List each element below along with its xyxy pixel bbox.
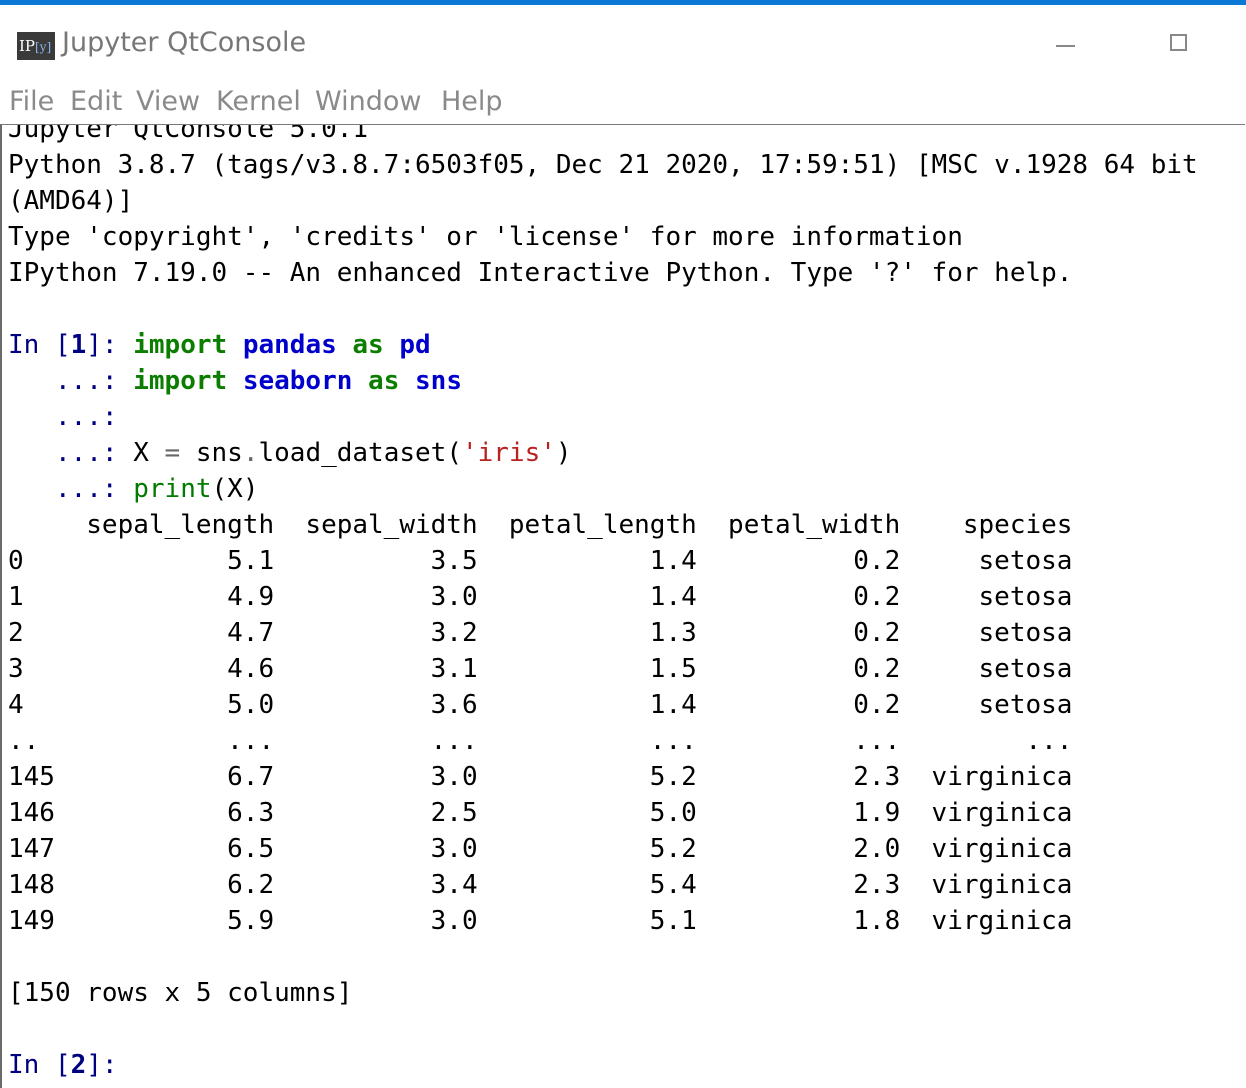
table-row: 2 4.7 3.2 1.3 0.2 setosa: [8, 618, 1073, 648]
menu-view[interactable]: View: [136, 86, 200, 117]
menu-window[interactable]: Window: [315, 86, 421, 117]
code-keyword: import: [133, 330, 228, 360]
banner-license-info: Type 'copyright', 'credits' or 'license'…: [8, 222, 963, 252]
menu-kernel[interactable]: Kernel: [216, 86, 301, 117]
code-alias: pd: [399, 330, 431, 360]
code-keyword: as: [368, 366, 400, 396]
code-variable: X: [133, 438, 165, 468]
table-row-ellipsis: .. ... ... ... ... ...: [8, 726, 1073, 756]
maximize-icon[interactable]: [1150, 22, 1210, 68]
table-header: sepal_length sepal_width petal_length pe…: [8, 510, 1073, 540]
table-row: 149 5.9 3.0 5.1 1.8 virginica: [8, 906, 1073, 936]
continuation-prompt: ...:: [8, 474, 134, 504]
code-object: sns: [180, 438, 243, 468]
table-row: 3 4.6 3.1 1.5 0.2 setosa: [8, 654, 1073, 684]
code-module: seaborn: [242, 366, 353, 396]
input-prompt-1: In [1]:: [8, 330, 134, 360]
banner-ipython-info: IPython 7.19.0 -- An enhanced Interactiv…: [8, 258, 1073, 288]
minimize-icon[interactable]: [1036, 22, 1096, 68]
title-bar[interactable]: IP[y] Jupyter QtConsole: [0, 5, 1246, 80]
menu-help[interactable]: Help: [441, 86, 503, 117]
table-row: 0 5.1 3.5 1.4 0.2 setosa: [8, 546, 1073, 576]
console-text: Jupyter QtConsole 5.0.1 Python 3.8.7 (ta…: [8, 124, 1198, 1083]
ipython-app-icon: IP[y]: [17, 32, 55, 60]
code-args: (X): [211, 474, 259, 504]
table-row: 4 5.0 3.6 1.4 0.2 setosa: [8, 690, 1073, 720]
menu-edit[interactable]: Edit: [70, 86, 122, 117]
table-row: 147 6.5 3.0 5.2 2.0 virginica: [8, 834, 1073, 864]
table-summary: [150 rows x 5 columns]: [8, 978, 353, 1008]
continuation-prompt: ...:: [8, 402, 118, 432]
table-row: 1 4.9 3.0 1.4 0.2 setosa: [8, 582, 1073, 612]
table-row: 146 6.3 2.5 5.0 1.9 virginica: [8, 798, 1073, 828]
continuation-prompt: ...:: [8, 366, 134, 396]
continuation-prompt: ...:: [8, 438, 134, 468]
table-row: 148 6.2 3.4 5.4 2.3 virginica: [8, 870, 1073, 900]
code-alias: sns: [415, 366, 462, 396]
menu-bar: File Edit View Kernel Window Help: [0, 80, 1246, 124]
code-string: 'iris': [461, 438, 556, 468]
window-title: Jupyter QtConsole: [62, 27, 307, 58]
code-call: load_dataset(: [258, 438, 462, 468]
banner-python-version: Python 3.8.7 (tags/v3.8.7:6503f05, Dec 2…: [8, 150, 1198, 180]
banner-version: Jupyter QtConsole 5.0.1: [8, 124, 369, 144]
code-operator: =: [164, 438, 181, 468]
code-operator: .: [242, 438, 259, 468]
table-row: 145 6.7 3.0 5.2 2.3 virginica: [8, 762, 1073, 792]
console-output-area[interactable]: Jupyter QtConsole 5.0.1 Python 3.8.7 (ta…: [0, 124, 1245, 1088]
banner-python-arch: (AMD64)]: [8, 186, 134, 216]
code-keyword: as: [352, 330, 384, 360]
menu-file[interactable]: File: [9, 86, 54, 117]
code-keyword: import: [133, 366, 228, 396]
input-prompt-2[interactable]: In [2]:: [8, 1050, 118, 1080]
code-module: pandas: [242, 330, 337, 360]
code-call-close: ): [555, 438, 572, 468]
code-builtin: print: [133, 474, 212, 504]
